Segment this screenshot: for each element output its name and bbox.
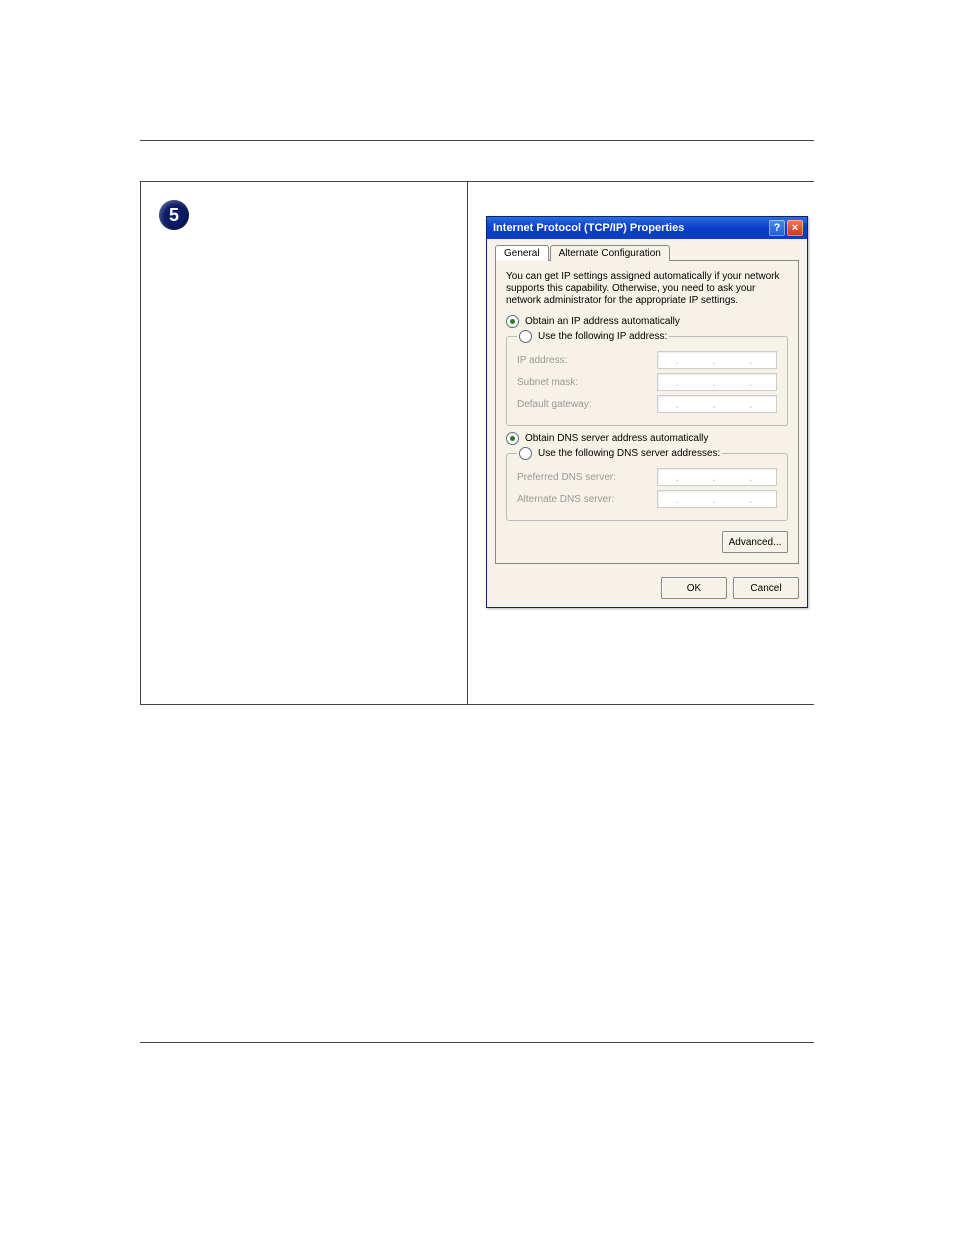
radio-use-following-dns[interactable]	[519, 447, 532, 460]
close-icon[interactable]: ×	[787, 220, 803, 236]
radio-label: Use the following DNS server addresses:	[538, 448, 720, 459]
dialog-body: General Alternate Configuration You can …	[487, 239, 807, 607]
radio-icon	[506, 315, 519, 328]
tcpip-properties-dialog: Internet Protocol (TCP/IP) Properties ? …	[486, 216, 808, 608]
description-text: You can get IP settings assigned automat…	[506, 271, 788, 307]
step-left-cell: 5	[141, 182, 468, 704]
default-gateway-input[interactable]	[657, 395, 777, 413]
alternate-dns-input[interactable]	[657, 490, 777, 508]
tabs: General Alternate Configuration	[495, 245, 799, 261]
ip-address-input[interactable]	[657, 351, 777, 369]
ip-manual-fieldset: Use the following IP address: IP address…	[506, 330, 788, 426]
tab-general[interactable]: General	[495, 245, 549, 261]
radio-label: Use the following IP address:	[538, 331, 667, 342]
radio-use-following-ip[interactable]	[519, 330, 532, 343]
dialog-titlebar: Internet Protocol (TCP/IP) Properties ? …	[487, 217, 807, 239]
label-preferred-dns: Preferred DNS server:	[517, 472, 616, 483]
footer-rule	[140, 1042, 814, 1043]
label-alternate-dns: Alternate DNS server:	[517, 494, 614, 505]
ok-button[interactable]: OK	[661, 577, 727, 599]
subnet-mask-input[interactable]	[657, 373, 777, 391]
advanced-button[interactable]: Advanced...	[722, 531, 788, 553]
dialog-button-row: OK Cancel	[487, 571, 807, 601]
radio-label: Obtain DNS server address automatically	[525, 433, 708, 444]
radio-obtain-dns-auto[interactable]: Obtain DNS server address automatically	[506, 432, 788, 445]
dns-manual-fieldset: Use the following DNS server addresses: …	[506, 447, 788, 521]
help-icon[interactable]: ?	[769, 220, 785, 236]
radio-obtain-ip-auto[interactable]: Obtain an IP address automatically	[506, 315, 788, 328]
label-ip-address: IP address:	[517, 355, 567, 366]
step-number-badge: 5	[159, 200, 189, 230]
radio-label: Obtain an IP address automatically	[525, 316, 680, 327]
label-subnet-mask: Subnet mask:	[517, 377, 578, 388]
tab-alternate-configuration[interactable]: Alternate Configuration	[550, 245, 670, 261]
cancel-button[interactable]: Cancel	[733, 577, 799, 599]
radio-icon	[506, 432, 519, 445]
step-right-cell: Internet Protocol (TCP/IP) Properties ? …	[478, 182, 816, 704]
label-default-gateway: Default gateway:	[517, 399, 592, 410]
tab-panel-general: You can get IP settings assigned automat…	[495, 260, 799, 564]
dialog-title: Internet Protocol (TCP/IP) Properties	[493, 222, 767, 234]
step-row: 5 Internet Protocol (TCP/IP) Properties …	[140, 181, 814, 705]
preferred-dns-input[interactable]	[657, 468, 777, 486]
header-rule	[140, 140, 814, 141]
